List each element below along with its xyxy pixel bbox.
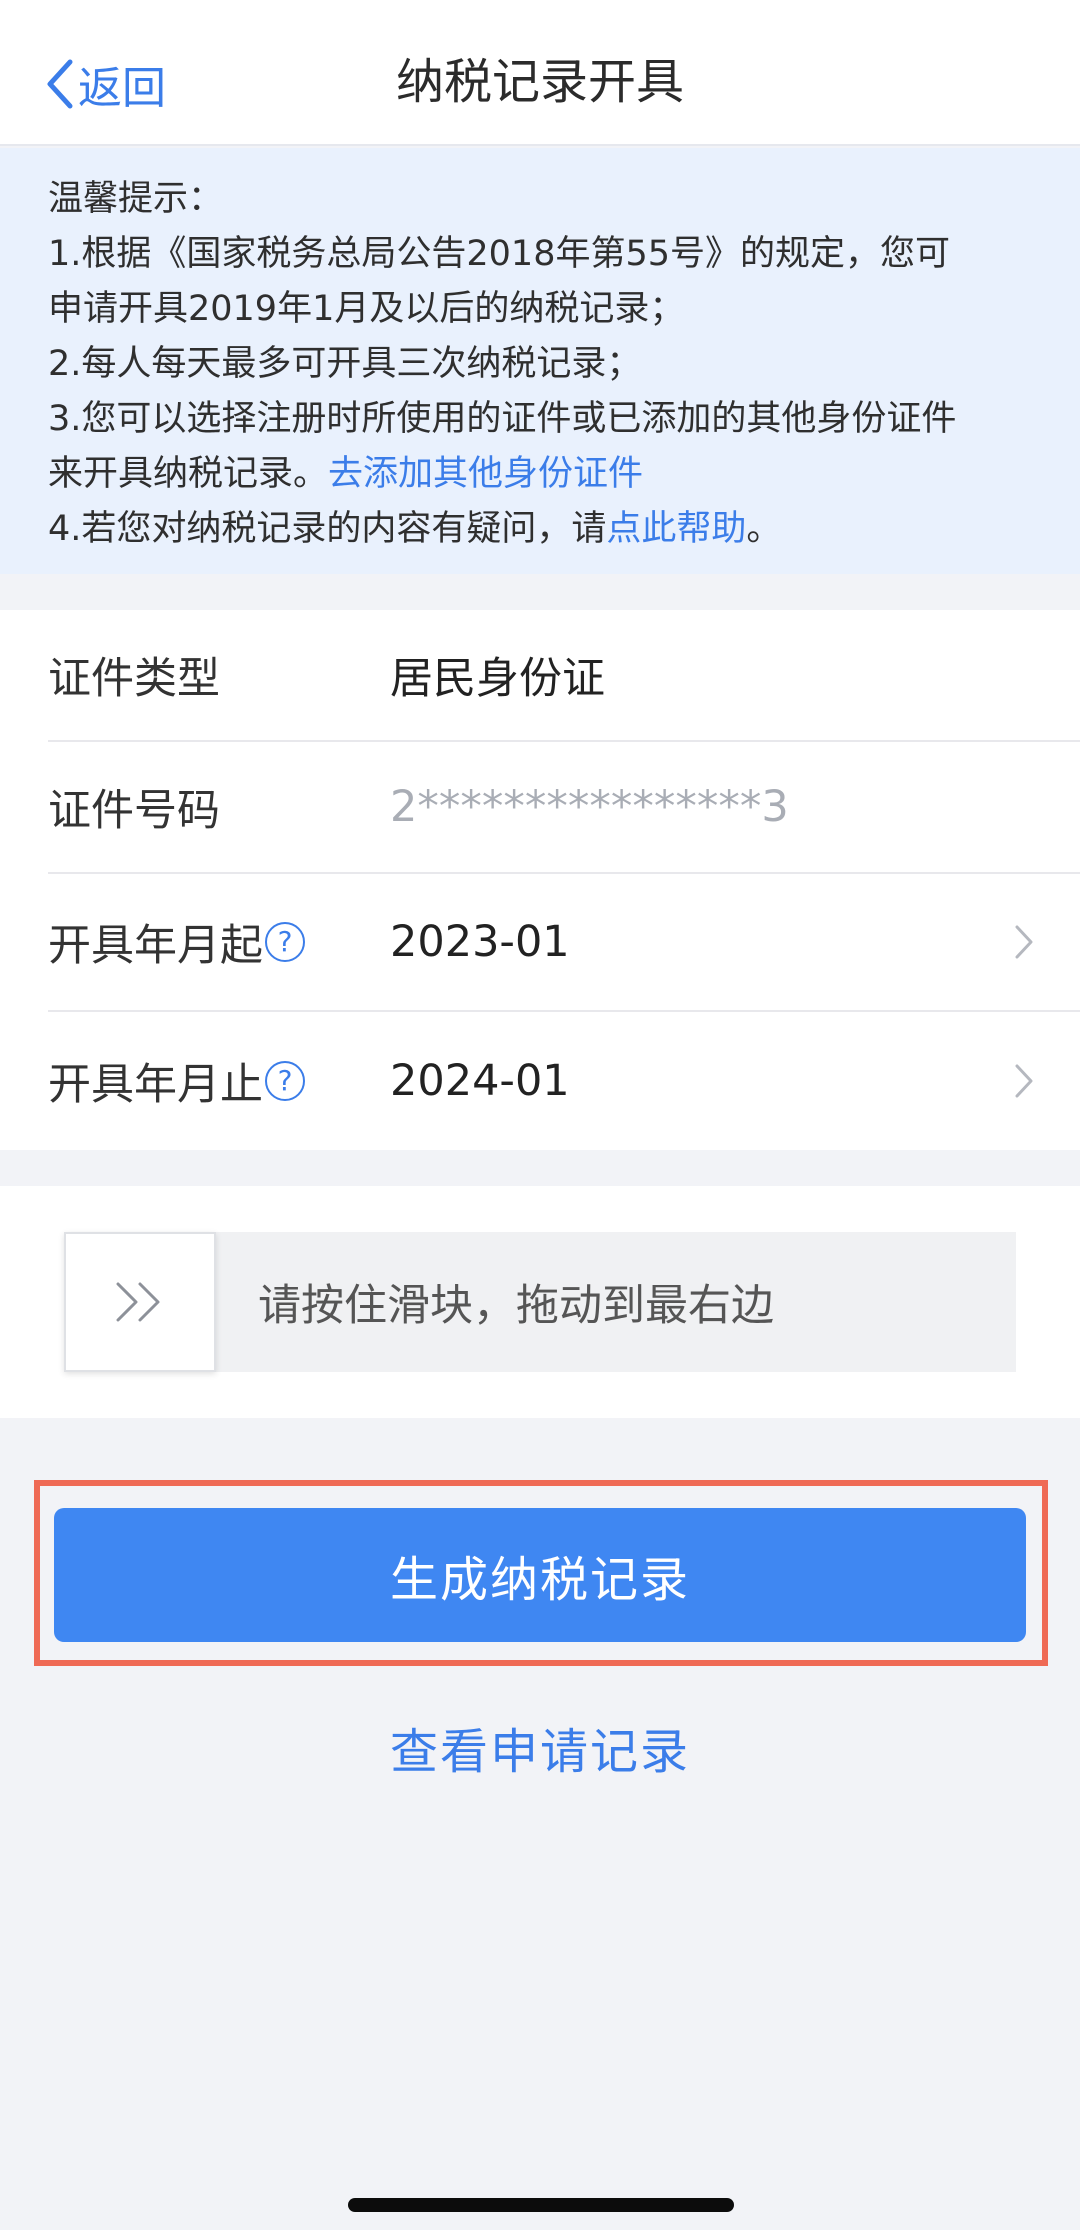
chevron-right-icon — [1015, 925, 1033, 959]
double-chevron-right-icon — [116, 1282, 160, 1322]
notice-line-5: 来开具纳税记录。去添加其他身份证件 — [48, 447, 1032, 502]
end-month-value: 2024-01 — [390, 1056, 570, 1106]
notice-line-1: 1.根据《国家税务总局公告2018年第55号》的规定，您可 — [48, 234, 951, 274]
slider-verification: 请按住滑块，拖动到最右边 — [0, 1186, 1080, 1418]
id-number-label: 证件号码 — [48, 786, 220, 836]
slider-hint: 请按住滑块，拖动到最右边 — [258, 1281, 774, 1331]
id-number-row: 证件号码 2****************3 — [48, 742, 1080, 874]
question-circle-icon[interactable]: ? — [265, 1061, 305, 1101]
view-records-link[interactable]: 查看申请记录 — [0, 1712, 1080, 1782]
chevron-right-icon — [1015, 1064, 1033, 1098]
notice-line-3: 2.每人每天最多可开具三次纳税记录； — [48, 344, 642, 384]
notice-line-6-text: 4.若您对纳税记录的内容有疑问，请 — [48, 509, 607, 549]
generate-record-button[interactable]: 生成纳税记录 — [54, 1508, 1026, 1642]
nav-bar: 返回 纳税记录开具 — [0, 0, 1080, 146]
home-indicator[interactable] — [348, 2198, 734, 2212]
slider-track[interactable]: 请按住滑块，拖动到最右边 — [64, 1232, 1016, 1372]
end-month-label-wrap: 开具年月止? — [48, 1050, 390, 1112]
notice-heading: 温馨提示： — [48, 179, 224, 219]
help-link[interactable]: 点此帮助 — [606, 509, 746, 549]
notice-line-6-end: 。 — [746, 509, 782, 549]
question-circle-icon[interactable]: ? — [265, 922, 305, 962]
id-type-label: 证件类型 — [48, 654, 220, 704]
end-month-label: 开具年月止 — [48, 1060, 263, 1110]
notice-line-2: 申请开具2019年1月及以后的纳税记录； — [48, 289, 685, 329]
start-month-label-wrap: 开具年月起? — [48, 911, 390, 973]
notice-line-6: 4.若您对纳税记录的内容有疑问，请点此帮助。 — [48, 502, 1032, 557]
start-month-row[interactable]: 开具年月起? 2023-01 — [48, 874, 1080, 1012]
page-title: 纳税记录开具 — [395, 54, 684, 110]
start-month-label: 开具年月起 — [48, 921, 263, 971]
id-number-value: 2****************3 — [390, 782, 789, 832]
add-id-link[interactable]: 去添加其他身份证件 — [328, 454, 643, 494]
id-type-row: 证件类型 居民身份证 — [48, 610, 1080, 742]
end-month-row[interactable]: 开具年月止? 2024-01 — [48, 1012, 1080, 1150]
notice-line-5-text: 来开具纳税记录。 — [48, 454, 329, 494]
slider-handle[interactable] — [64, 1232, 216, 1372]
notice-line-4: 3.您可以选择注册时所使用的证件或已添加的其他身份证件 — [48, 399, 957, 439]
id-type-value: 居民身份证 — [390, 654, 605, 704]
record-form: 证件类型 居民身份证 证件号码 2****************3 开具年月起… — [0, 610, 1080, 1150]
notice-panel: 温馨提示： 1.根据《国家税务总局公告2018年第55号》的规定，您可 申请开具… — [0, 148, 1080, 574]
start-month-value: 2023-01 — [390, 917, 570, 967]
